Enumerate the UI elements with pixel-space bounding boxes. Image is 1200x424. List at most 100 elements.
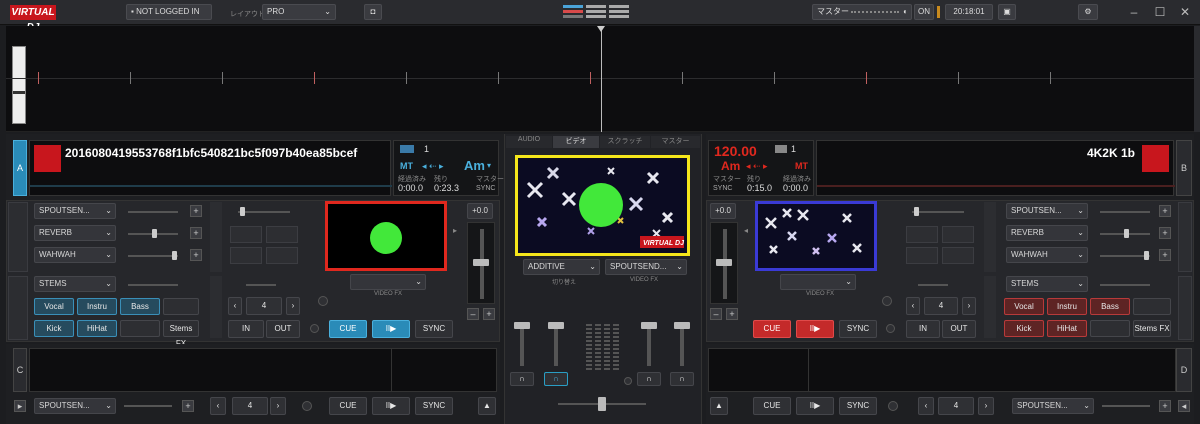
deck-a-stems-slider[interactable] <box>128 284 178 286</box>
deck-c-fx-add-icon[interactable]: + <box>182 400 194 412</box>
deck-a-pad-kick[interactable]: Kick <box>34 320 74 337</box>
deck-b-sample-slot-1[interactable] <box>906 226 938 243</box>
deck-c-loop-value[interactable]: 4 <box>232 397 268 415</box>
deck-a-loop-tab[interactable] <box>210 276 222 338</box>
deck-a-fx3-select[interactable]: WAHWAH ⌄ <box>34 247 116 263</box>
deck-b-fx1-slider[interactable] <box>1100 211 1150 213</box>
deck-a-sample-slot-1[interactable] <box>230 226 262 243</box>
headphone-d-icon[interactable]: ∩ <box>670 372 694 386</box>
chevron-right-icon[interactable]: ▸ <box>453 226 457 235</box>
deck-a-video-fx-select[interactable]: ⌄ <box>350 274 426 290</box>
deck-a-key-arrows-icon[interactable]: ◂ ⇠ ▸ <box>422 161 444 172</box>
deck-b-sample-slot-2[interactable] <box>942 226 974 243</box>
video-fx-select[interactable]: SPOUTSEND... ⌄ <box>605 259 687 275</box>
deck-a-fx3-slider[interactable] <box>128 251 178 260</box>
calendar-button[interactable]: ▣ <box>998 4 1016 20</box>
deck-a-stems-select[interactable]: STEMS ⌄ <box>34 276 116 292</box>
deck-b-sample-slot-3[interactable] <box>906 247 938 264</box>
deck-b-pad-empty[interactable] <box>1090 320 1130 337</box>
deck-a-pad-empty[interactable] <box>120 320 160 337</box>
channel-fader-c[interactable] <box>510 322 534 368</box>
deck-b-loop-toggle[interactable] <box>886 324 895 333</box>
deck-b-sampler-volume[interactable] <box>912 207 964 216</box>
deck-d-collapse-icon[interactable]: ◂ <box>1178 400 1190 412</box>
deck-a-mt[interactable]: MT <box>400 161 413 171</box>
deck-a-sample-slot-3[interactable] <box>230 247 262 264</box>
deck-b-sync-button[interactable]: SYNC <box>839 320 877 338</box>
deck-a-pad-instru[interactable]: Instru <box>77 298 117 315</box>
deck-a-fx2-slider[interactable] <box>128 229 178 238</box>
deck-b-pad-instru[interactable]: Instru <box>1047 298 1087 315</box>
deck-b-stems-select[interactable]: STEMS ⌄ <box>1006 276 1088 292</box>
channel-fader-a[interactable] <box>544 322 568 368</box>
zoom-slider[interactable] <box>12 46 26 124</box>
deck-a-pitch-value[interactable]: +0.0 <box>467 203 493 219</box>
deck-b-loop-in-button[interactable]: IN <box>906 320 940 338</box>
crossfader-fx-select[interactable]: ADDITIVE ⌄ <box>523 259 600 275</box>
deck-b-fx2-add-icon[interactable]: + <box>1159 227 1171 239</box>
deck-b-fx1-select[interactable]: SPOUTSEN... ⌄ <box>1006 203 1088 219</box>
minimize-icon[interactable]: – <box>1127 5 1141 19</box>
headphone-b-icon[interactable]: ∩ <box>637 372 661 386</box>
deck-b-fx2-select[interactable]: REVERB ⌄ <box>1006 225 1088 241</box>
deck-b-pad-stems-fx[interactable]: Stems FX <box>1133 320 1171 337</box>
deck-d-expand-icon[interactable]: ▲ <box>710 397 728 415</box>
deck-b-fx2-slider[interactable] <box>1100 229 1150 238</box>
deck-b-fx1-add-icon[interactable]: + <box>1159 205 1171 217</box>
deck-b-cue-button[interactable]: CUE <box>753 320 791 338</box>
deck-d-cue-button[interactable]: CUE <box>753 397 791 415</box>
view-switcher[interactable] <box>563 4 633 22</box>
deck-b-loop-tab[interactable] <box>984 276 996 338</box>
deck-d-fx-slider[interactable] <box>1102 405 1150 407</box>
deck-b-video-preview[interactable] <box>755 201 877 271</box>
deck-a-loop-slider[interactable] <box>246 284 276 286</box>
deck-c-expand-icon[interactable]: ▲ <box>478 397 496 415</box>
deck-a-sync-button[interactable]: SYNC <box>415 320 453 338</box>
deck-b-loop-slider[interactable] <box>918 284 948 286</box>
deck-a-loop-toggle[interactable] <box>310 324 319 333</box>
deck-a-key[interactable]: Am <box>464 158 485 173</box>
deck-b-play-button[interactable]: II▶ <box>796 320 834 338</box>
deck-b-video-toggle[interactable] <box>882 296 892 306</box>
mixer-tab-video[interactable]: ビデオ <box>553 136 599 148</box>
deck-c-loop-prev-icon[interactable]: ‹ <box>210 397 226 415</box>
deck-c-letter[interactable]: C <box>13 348 27 392</box>
deck-b-pad-kick[interactable]: Kick <box>1004 320 1044 337</box>
deck-b-pitch-slider[interactable] <box>710 222 738 304</box>
deck-c-sync-button[interactable]: SYNC <box>415 397 453 415</box>
deck-a-fx1-select[interactable]: SPOUTSEN... ⌄ <box>34 203 116 219</box>
deck-a-loop-in-button[interactable]: IN <box>228 320 264 338</box>
deck-a-play-button[interactable]: II▶ <box>372 320 410 338</box>
deck-d-loop-value[interactable]: 4 <box>938 397 974 415</box>
deck-b-pitch-value[interactable]: +0.0 <box>710 203 736 219</box>
deck-c-fx-slider[interactable] <box>124 405 172 407</box>
deck-a-letter[interactable]: A <box>13 140 27 196</box>
view-4deck-icon[interactable] <box>586 5 606 21</box>
deck-d-loop-next-icon[interactable]: › <box>978 397 994 415</box>
deck-a-fx1-add-icon[interactable]: + <box>190 205 202 217</box>
deck-a-pad-stems-fx[interactable]: Stems FX <box>163 320 199 348</box>
deck-b-pad-empty-top[interactable] <box>1133 298 1171 315</box>
deck-b-pad-hihat[interactable]: HiHat <box>1047 320 1087 337</box>
crossfader[interactable] <box>558 397 646 411</box>
layout-select[interactable]: PRO ⌄ <box>262 4 336 20</box>
deck-b-fx-tab[interactable] <box>1178 202 1192 272</box>
deck-c-play-button[interactable]: II▶ <box>372 397 410 415</box>
deck-b-loop-prev-icon[interactable]: ‹ <box>906 297 920 315</box>
deck-a-pad-vocal[interactable]: Vocal <box>34 298 74 315</box>
deck-b-mt[interactable]: MT <box>795 161 808 171</box>
deck-b-pad-bass[interactable]: Bass <box>1090 298 1130 315</box>
deck-a-fx2-add-icon[interactable]: + <box>190 227 202 239</box>
deck-c-loop-next-icon[interactable]: › <box>270 397 286 415</box>
deck-a-fx3-add-icon[interactable]: + <box>190 249 202 261</box>
deck-c-waveform[interactable] <box>29 348 497 392</box>
deck-d-fx-select[interactable]: SPOUTSEN... ⌄ <box>1012 398 1094 414</box>
deck-b-pad-tab[interactable] <box>1178 276 1192 340</box>
deck-b-video-fx-select[interactable]: ⌄ <box>780 274 856 290</box>
deck-a-fx2-select[interactable]: REVERB ⌄ <box>34 225 116 241</box>
headphone-c-icon[interactable]: ∩ <box>510 372 534 386</box>
deck-b-key[interactable]: Am <box>721 159 740 173</box>
deck-b-key-arrows-icon[interactable]: ◂ ⇠ ▸ <box>746 161 768 172</box>
master-video-preview[interactable]: VIRTUAL DJ <box>515 155 690 256</box>
deck-c-loop-toggle[interactable] <box>302 401 312 411</box>
